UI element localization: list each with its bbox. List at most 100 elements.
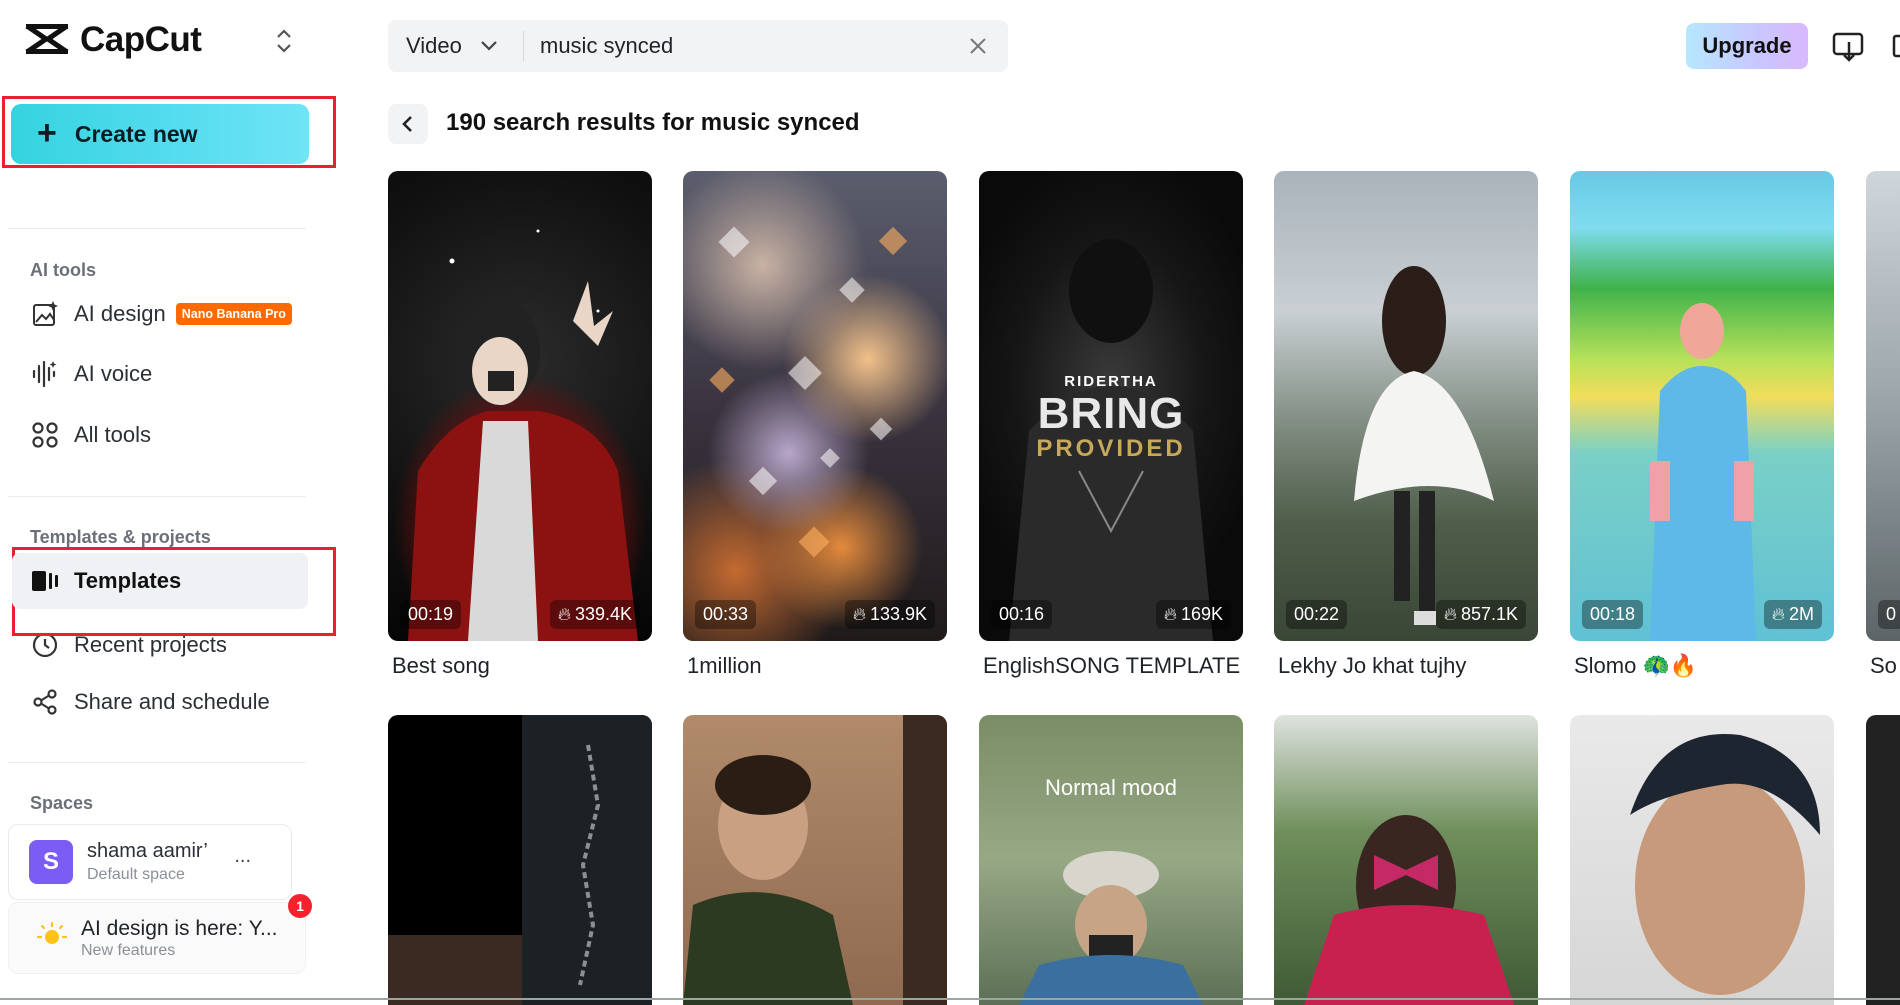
template-card-partial[interactable] <box>1866 715 1900 1005</box>
flame-icon: 🔥︎ <box>1163 604 1177 624</box>
sidebar-item-label: Share and schedule <box>74 689 270 714</box>
template-thumbnail[interactable] <box>1274 715 1538 1005</box>
template-card[interactable]: RIDERTHA BRING PROVIDED 00:16 🔥︎ 169K Eng… <box>979 171 1243 679</box>
download-desktop-icon[interactable] <box>1832 30 1866 64</box>
template-title[interactable]: Lekhy Jo khat tujhy <box>1278 653 1538 679</box>
sidebar-item-all-tools[interactable]: All tools <box>12 408 308 462</box>
views-value: 133.9K <box>869 604 927 624</box>
overlay-big-text: BRING <box>1037 389 1185 438</box>
feature-notice-card[interactable]: AI design is here: Y... New features <box>8 902 306 974</box>
person-cap-illustration <box>1019 851 1203 1005</box>
template-thumbnail[interactable] <box>1866 715 1900 1005</box>
template-title[interactable]: Slomo 🦚🔥 <box>1574 653 1834 679</box>
search-separator <box>523 31 524 61</box>
flame-icon: 🔥︎ <box>1771 604 1785 624</box>
space-more-button[interactable]: ... <box>234 845 251 868</box>
flame-icon: 🔥︎ <box>557 604 571 624</box>
upgrade-button[interactable]: Upgrade <box>1686 23 1808 69</box>
logo-text: CapCut <box>80 20 202 59</box>
template-thumbnail[interactable]: 00:19 🔥︎ 339.4K <box>388 171 652 641</box>
template-thumbnail[interactable] <box>1570 715 1834 1005</box>
sidebar-item-ai-voice[interactable]: AI voice <box>12 347 308 401</box>
template-card[interactable]: Normal mood <box>979 715 1243 1005</box>
section-title-spaces: Spaces <box>30 793 94 813</box>
views-count: 🔥︎ 133.9K <box>844 600 935 629</box>
create-new-label: Create new <box>74 120 198 147</box>
girl-bow-illustration <box>1304 815 1514 1005</box>
duration-label: 00:16 <box>991 600 1053 629</box>
ai-voice-icon <box>30 359 60 389</box>
close-icon[interactable] <box>966 34 990 58</box>
create-new-highlight: + Create new <box>2 96 336 168</box>
anime-character-illustration <box>408 229 638 641</box>
views-count: 🔥︎ 857.1K <box>1435 600 1526 629</box>
views-value: 339.4K <box>574 604 632 624</box>
notice-text: AI design is here: Y... New features <box>81 917 278 960</box>
share-icon <box>30 687 60 717</box>
create-new-button[interactable]: + Create new <box>11 104 309 164</box>
sidebar-item-ai-design[interactable]: AI design Nano Banana Pro <box>12 287 308 341</box>
template-thumbnail[interactable] <box>683 715 947 1005</box>
search-input[interactable] <box>540 33 940 59</box>
template-title[interactable]: Best song <box>392 653 652 679</box>
space-card[interactable]: S shama aamir’ Default space ... <box>8 824 292 900</box>
template-title[interactable]: EnglishSONG TEMPLATE <box>983 653 1243 679</box>
flame-icon: 🔥︎ <box>1443 604 1457 624</box>
section-title-ai-tools: AI tools <box>30 260 96 280</box>
space-subtitle: Default space <box>87 866 185 883</box>
template-thumbnail[interactable]: 0 <box>1866 171 1900 641</box>
template-thumbnail[interactable]: 00:33 🔥︎ 133.9K <box>683 171 947 641</box>
template-thumbnail[interactable] <box>388 715 652 1005</box>
notification-count-badge: 1 <box>288 894 312 918</box>
template-card[interactable]: 00:18 🔥︎ 2M Slomo 🦚🔥 <box>1570 171 1834 679</box>
flame-icon: 🔥︎ <box>852 604 866 624</box>
notification-icon[interactable] <box>1892 30 1900 64</box>
template-card-partial[interactable]: 0 So <box>1866 171 1900 679</box>
views-count: 🔥︎ 2M <box>1763 600 1822 629</box>
views-count: 🔥︎ 169K <box>1155 600 1231 629</box>
man-standing-illustration <box>1650 303 1756 641</box>
nano-banana-badge: Nano Banana Pro <box>175 303 292 325</box>
capcut-logo[interactable]: CapCut <box>24 20 202 60</box>
chevron-down-icon <box>481 41 497 51</box>
divider <box>8 762 306 763</box>
template-card[interactable]: 00:19 🔥︎ 339.4K Best song <box>388 171 652 679</box>
search-type-dropdown[interactable]: Video <box>388 20 523 72</box>
space-avatar: S <box>29 840 73 884</box>
chevron-left-icon <box>402 116 412 132</box>
sidebar-item-label: All tools <box>74 422 152 447</box>
collage-illustration <box>388 715 652 1005</box>
sidebar: CapCut + Create new AI tools AI design N… <box>0 0 340 1000</box>
notice-title: AI design is here: Y... <box>81 916 278 940</box>
views-value: 857.1K <box>1460 604 1518 624</box>
template-card[interactable] <box>1274 715 1538 1005</box>
girl-walking-illustration <box>1354 266 1494 625</box>
template-title[interactable]: 1million <box>687 653 947 679</box>
template-card[interactable] <box>683 715 947 1005</box>
divider <box>8 228 306 229</box>
workspace-switcher-icon[interactable] <box>272 26 296 56</box>
sidebar-item-label: AI design <box>74 301 166 326</box>
template-thumbnail[interactable]: RIDERTHA BRING PROVIDED 00:16 🔥︎ 169K <box>979 171 1243 641</box>
sidebar-item-templates[interactable]: Templates <box>12 553 308 609</box>
duration-label: 00:19 <box>400 600 462 629</box>
views-value: 2M <box>1788 604 1814 624</box>
template-card[interactable] <box>388 715 652 1005</box>
overlay-small-text: RIDERTHA <box>1064 373 1158 390</box>
sidebar-item-share-schedule[interactable]: Share and schedule <box>12 675 308 729</box>
template-thumbnail[interactable]: 00:18 🔥︎ 2M <box>1570 171 1834 641</box>
sidebar-item-label: AI voice <box>74 361 153 386</box>
templates-icon <box>30 566 60 596</box>
template-card[interactable]: 00:33 🔥︎ 133.9K 1million <box>683 171 947 679</box>
template-card[interactable] <box>1570 715 1834 1005</box>
back-button[interactable] <box>388 104 428 144</box>
section-title-templates-projects: Templates & projects <box>30 527 211 547</box>
overlay-sub-text: PROVIDED <box>1036 435 1186 462</box>
template-thumbnail[interactable]: 00:22 🔥︎ 857.1K <box>1274 171 1538 641</box>
ai-design-icon <box>30 299 60 329</box>
capcut-logo-icon <box>25 23 69 55</box>
template-card[interactable]: 00:22 🔥︎ 857.1K Lekhy Jo khat tujhy <box>1274 171 1538 679</box>
space-info: shama aamir’ Default space <box>87 840 208 884</box>
template-title[interactable]: So <box>1870 653 1900 679</box>
template-thumbnail[interactable]: Normal mood <box>979 715 1243 1005</box>
